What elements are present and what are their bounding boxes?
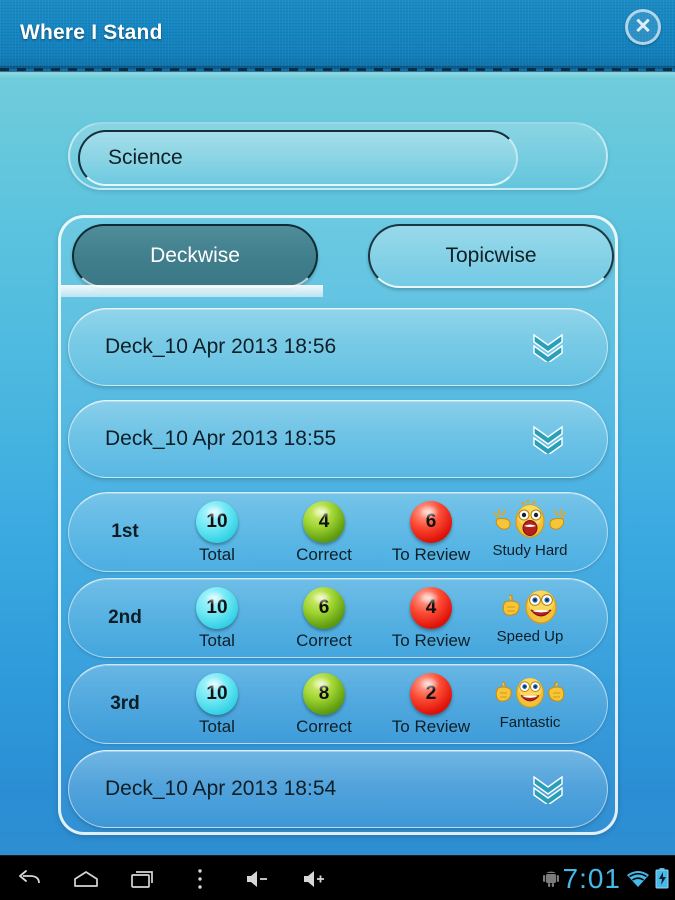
total-badge: 10 (196, 501, 238, 543)
deck-list[interactable]: Deck_10 Apr 2013 18:56 Deck_10 Apr 2013 … (68, 308, 608, 828)
deck-row[interactable]: Deck_10 Apr 2013 18:56 (68, 308, 608, 386)
score-row[interactable]: 3rd 10 Total 8 Correct 2 To Review Fanta… (68, 664, 608, 744)
correct-badge: 4 (303, 501, 345, 543)
review-label: To Review (391, 631, 471, 650)
deck-name: Deck_10 Apr 2013 18:55 (105, 427, 337, 450)
deck-name: Deck_10 Apr 2013 18:56 (105, 335, 337, 358)
deck-row[interactable]: Deck_10 Apr 2013 18:54 (68, 750, 608, 828)
title-bar: Where I Stand ✕ (0, 0, 675, 72)
stat-correct: 8 Correct (276, 673, 372, 737)
rank-label: 2nd (108, 607, 142, 628)
correct-label: Correct (296, 545, 352, 564)
face-thumbs-up-icon (471, 585, 589, 627)
score-row[interactable]: 1st 10 Total 4 Correct 6 To Review Study… (68, 492, 608, 572)
tab-merge-strip (61, 285, 323, 297)
volume-up-icon[interactable] (285, 856, 342, 900)
battery-charging-icon (655, 868, 669, 889)
review-badge: 4 (410, 587, 452, 629)
subject-field-container[interactable]: Science (68, 122, 608, 190)
seam-stitches (0, 68, 675, 71)
overflow-menu-icon[interactable] (171, 856, 228, 900)
mood-indicator: Study Hard (471, 499, 589, 559)
android-robot-icon (542, 871, 559, 887)
stat-review: 6 To Review (383, 501, 479, 565)
tab-deckwise[interactable]: Deckwise (72, 224, 318, 288)
total-badge: 10 (196, 587, 238, 629)
status-icons: 7:01 (542, 856, 670, 900)
rank-label: 1st (111, 521, 139, 542)
mood-indicator: Fantastic (471, 671, 589, 731)
close-glyph: ✕ (634, 14, 652, 38)
volume-down-icon[interactable] (228, 856, 285, 900)
total-badge: 10 (196, 673, 238, 715)
close-circle-icon[interactable]: ✕ (625, 9, 661, 45)
back-arrow-icon[interactable] (0, 856, 57, 900)
chevron-double-down-icon[interactable] (531, 424, 565, 454)
correct-badge: 6 (303, 587, 345, 629)
review-badge: 2 (410, 673, 452, 715)
face-shouting-icon (471, 499, 589, 541)
correct-label: Correct (296, 631, 352, 650)
home-icon[interactable] (57, 856, 114, 900)
stat-total: 10 Total (169, 587, 265, 651)
tab-bar: Deckwise Topicwise (58, 218, 618, 294)
stat-correct: 4 Correct (276, 501, 372, 565)
status-clock: 7:01 (562, 862, 621, 894)
stitched-seam-divider (0, 66, 675, 78)
stat-total: 10 Total (169, 673, 265, 737)
deck-name: Deck_10 Apr 2013 18:54 (105, 777, 337, 800)
app-window: Where I Stand ✕ Science Deckwise Topicwi… (0, 0, 675, 900)
chevron-double-down-icon[interactable] (531, 332, 565, 362)
stat-review: 4 To Review (383, 587, 479, 651)
stat-total: 10 Total (169, 501, 265, 565)
score-row[interactable]: 2nd 10 Total 6 Correct 4 To Review Speed… (68, 578, 608, 658)
review-label: To Review (391, 717, 471, 736)
mood-label: Fantastic (499, 714, 561, 731)
nav-buttons (0, 856, 342, 900)
review-label: To Review (391, 545, 471, 564)
face-two-thumbs-up-icon (471, 671, 589, 713)
correct-badge: 8 (303, 673, 345, 715)
deck-row[interactable]: Deck_10 Apr 2013 18:55 (68, 400, 608, 478)
recent-apps-icon[interactable] (114, 856, 171, 900)
total-label: Total (199, 545, 235, 564)
mood-indicator: Speed Up (471, 585, 589, 645)
wifi-icon (627, 870, 649, 887)
rank-label: 3rd (110, 693, 140, 714)
subject-input[interactable]: Science (78, 130, 518, 186)
page-title: Where I Stand (20, 21, 163, 44)
total-label: Total (199, 717, 235, 736)
mood-label: Speed Up (496, 628, 564, 645)
chevron-double-down-icon[interactable] (531, 774, 565, 804)
correct-label: Correct (296, 717, 352, 736)
mood-label: Study Hard (492, 542, 568, 559)
android-navigation-bar: 7:01 (0, 855, 675, 900)
stat-correct: 6 Correct (276, 587, 372, 651)
review-badge: 6 (410, 501, 452, 543)
tab-topicwise[interactable]: Topicwise (368, 224, 614, 288)
stat-review: 2 To Review (383, 673, 479, 737)
total-label: Total (199, 631, 235, 650)
